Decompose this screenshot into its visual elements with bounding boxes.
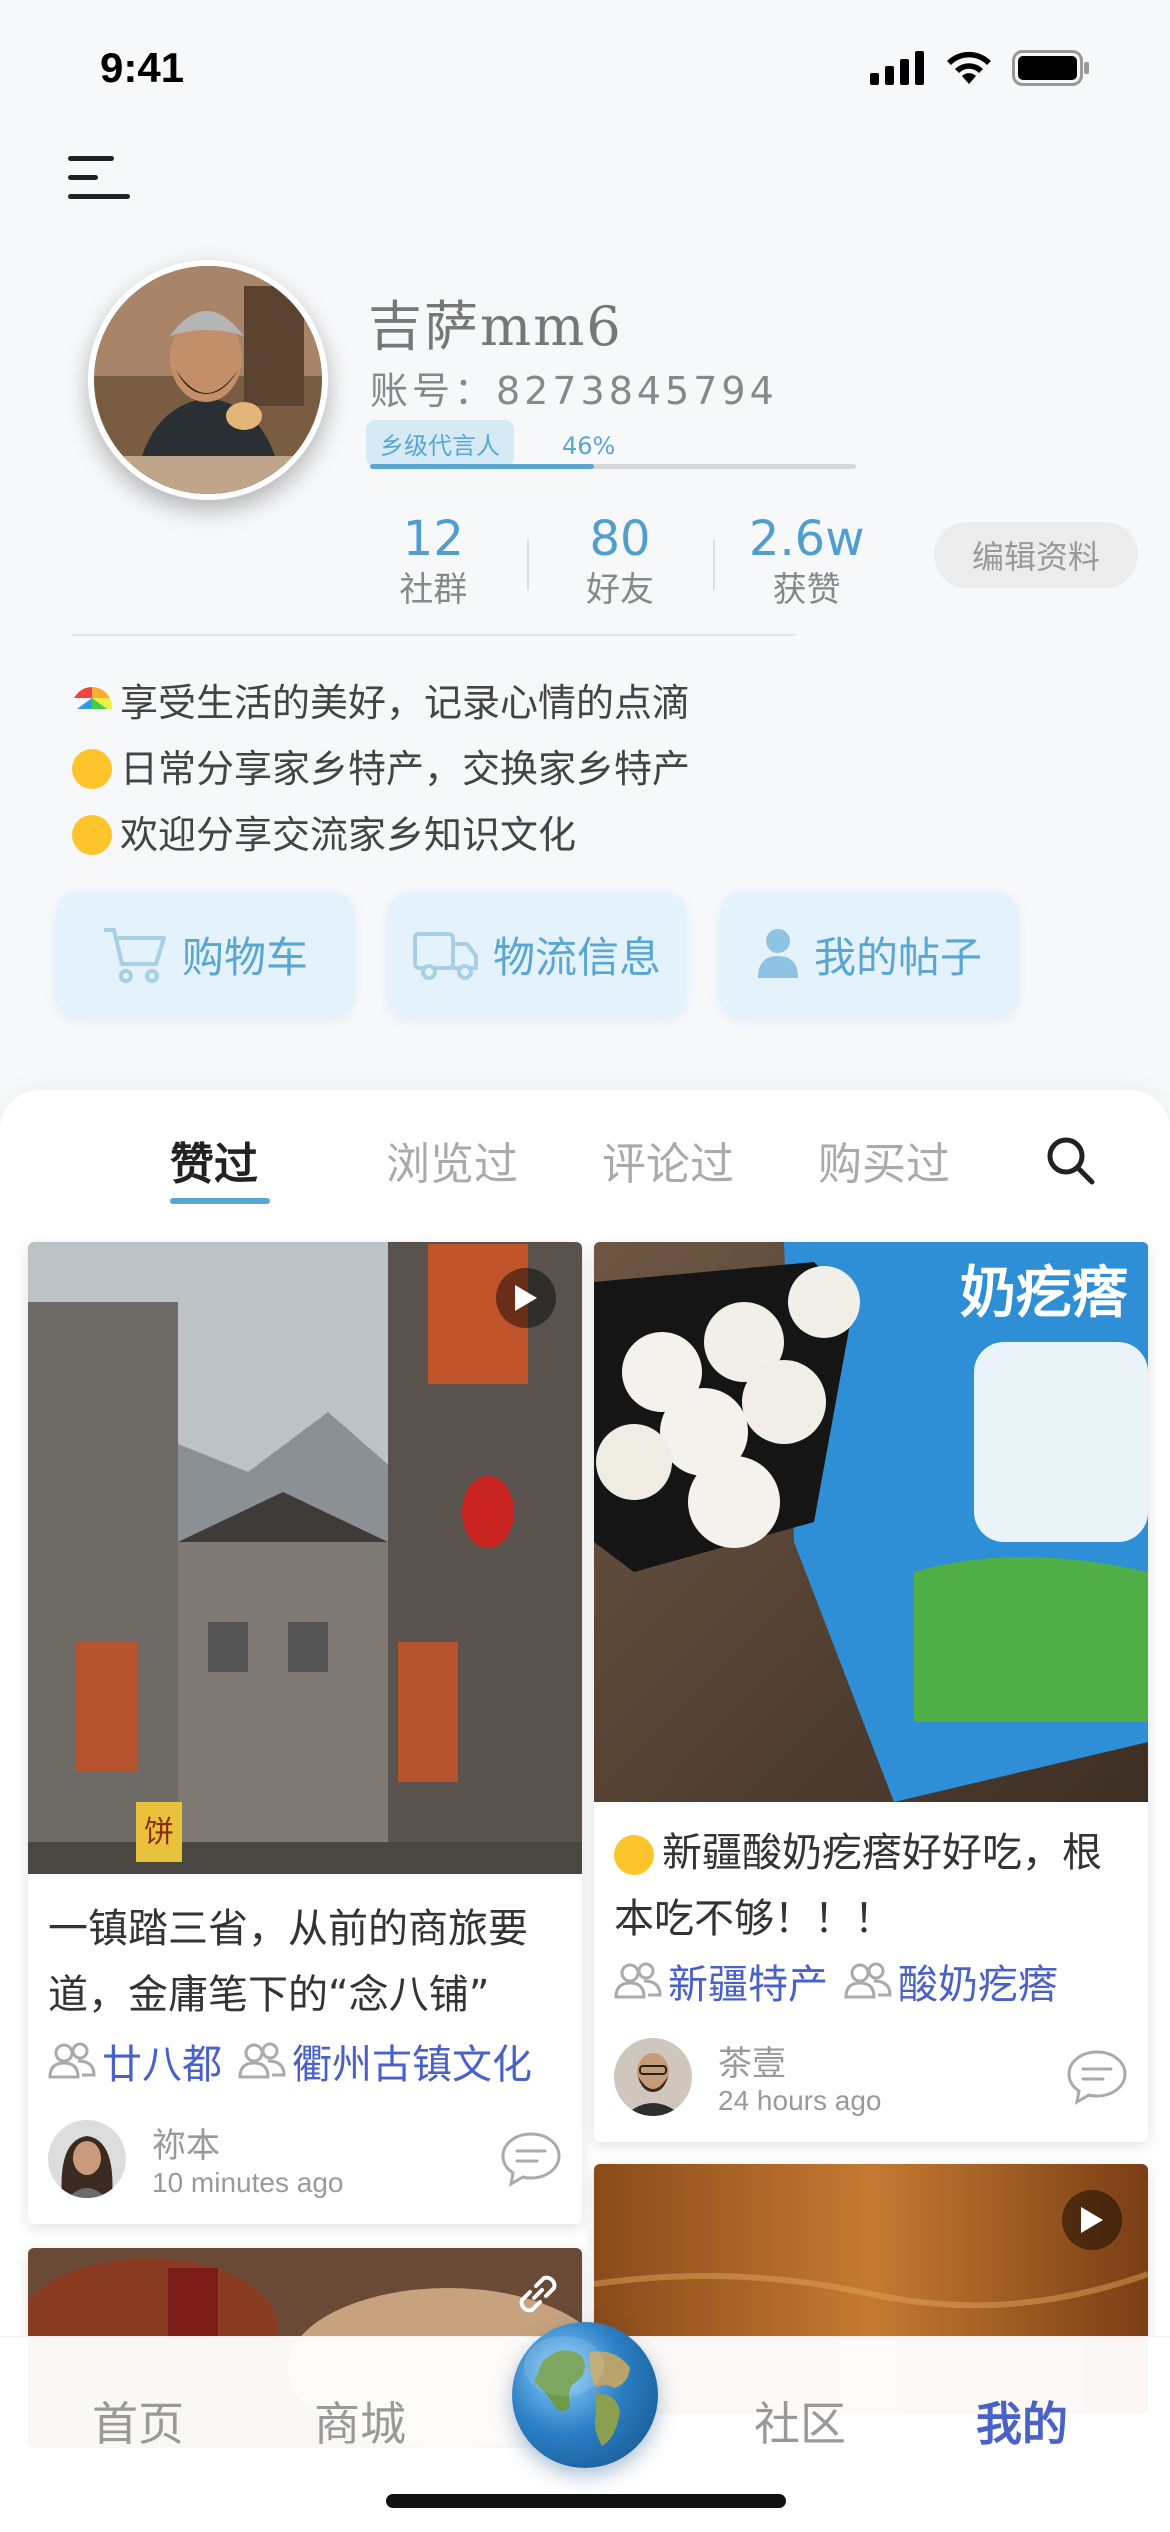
group-icon (48, 2042, 96, 2079)
bio-text: 欢迎分享交流家乡知识文化 (120, 813, 577, 857)
stat-friends[interactable]: 80 好友 (526, 510, 714, 612)
globe-icon[interactable] (512, 2322, 658, 2468)
post-author[interactable]: 茶壹 24 hours ago (594, 2036, 1148, 2117)
stat-divider (526, 540, 529, 590)
comment-icon[interactable] (500, 2131, 562, 2187)
tag-label: 廿八都 (102, 2042, 222, 2088)
truck-icon (412, 932, 478, 980)
cart-icon (103, 928, 166, 983)
smile-emoji-icon (614, 1835, 654, 1875)
post-author[interactable]: 祢本 10 minutes ago (28, 2118, 582, 2199)
shop-sign-text: 饼 (144, 1815, 174, 1850)
tag-label: 新疆特产 (668, 1962, 828, 2008)
tab-purchased[interactable]: 购买过 (818, 1128, 1034, 1192)
quick-actions: 购物车 物流信息 我的帖子 (56, 892, 1018, 1016)
profile-stats: 12 社群 80 好友 2.6w 获赞 (340, 510, 900, 612)
stat-label: 好友 (586, 570, 654, 610)
menu-icon[interactable] (68, 152, 130, 204)
stat-value: 80 (589, 511, 651, 567)
bio: 享受生活的美好，记录心情的点滴 日常分享家乡特产，交换家乡特产 欢迎分享交流家乡… (72, 670, 690, 868)
my-posts-button[interactable]: 我的帖子 (720, 892, 1018, 1016)
tab-commented[interactable]: 评论过 (602, 1128, 818, 1192)
tab-liked[interactable]: 赞过 (170, 1128, 386, 1192)
search-icon[interactable] (1044, 1134, 1096, 1186)
author-avatar[interactable] (614, 2037, 692, 2116)
post-card[interactable]: 饼 一镇踏三省，从前的商旅要道，金庸笔下的“念八铺” 廿八都 衢州古镇文化 祢本… (28, 1242, 582, 2224)
username: 吉萨mm6 (368, 295, 623, 358)
battery-icon (1012, 50, 1089, 86)
action-label: 购物车 (181, 932, 308, 982)
bio-line: 欢迎分享交流家乡知识文化 (72, 802, 690, 868)
cart-button[interactable]: 购物车 (56, 892, 354, 1016)
play-icon[interactable] (1062, 2190, 1122, 2250)
link-icon[interactable] (512, 2268, 564, 2320)
author-name: 祢本 (152, 2126, 220, 2166)
smile-emoji-icon (72, 749, 112, 789)
post-image-yogurt-balls: 奶疙瘩 (594, 1242, 1148, 1802)
account-number: 账号：8273845794 (370, 369, 778, 413)
status-time: 9:41 (100, 44, 185, 91)
post-tag[interactable]: 新疆特产 (614, 1952, 828, 2010)
activity-tabs: 赞过 浏览过 评论过 购买过 (170, 1128, 1034, 1192)
post-time: 24 hours ago (718, 2085, 882, 2116)
signal-icon (870, 51, 924, 85)
stat-label: 社群 (399, 570, 468, 610)
nav-home[interactable]: 首页 (92, 2388, 184, 2454)
stat-divider (713, 540, 716, 590)
tab-browsed[interactable]: 浏览过 (386, 1128, 602, 1192)
active-tab-indicator (170, 1198, 270, 1204)
nav-community[interactable]: 社区 (754, 2388, 846, 2454)
bio-line: 日常分享家乡特产，交换家乡特产 (72, 736, 690, 802)
action-label: 我的帖子 (813, 932, 982, 982)
bio-text: 享受生活的美好，记录心情的点滴 (120, 681, 691, 725)
post-title: 一镇踏三省，从前的商旅要道，金庸笔下的“念八铺” (48, 1906, 528, 2018)
divider (72, 634, 796, 636)
action-label: 物流信息 (492, 932, 661, 982)
post-tags: 新疆特产 酸奶疙瘩 (594, 1952, 1148, 2010)
post-card[interactable]: 奶疙瘩 新疆酸奶疙瘩好好吃，根本吃不够！！！ 新疆特产 酸奶疙瘩 茶壹 24 h… (594, 1242, 1148, 2142)
avatar[interactable] (88, 260, 328, 500)
stat-likes[interactable]: 2.6w 获赞 (713, 510, 900, 612)
edit-profile-button[interactable]: 编辑资料 (934, 522, 1138, 588)
logistics-button[interactable]: 物流信息 (388, 892, 686, 1016)
avatar-photo (94, 266, 322, 494)
group-icon (238, 2042, 286, 2079)
home-indicator (386, 2494, 786, 2508)
author-name: 茶壹 (718, 2044, 786, 2084)
level-progress-fill (370, 464, 594, 469)
stat-groups[interactable]: 12 社群 (340, 510, 527, 612)
wifi-icon (947, 51, 991, 84)
post-image-ancient-town: 饼 (28, 1242, 582, 1874)
group-icon (614, 1962, 662, 1999)
post-tag[interactable]: 酸奶疙瘩 (844, 1952, 1058, 2010)
rainbow-emoji-icon (72, 687, 112, 709)
stat-value: 2.6w (748, 511, 865, 567)
post-tag[interactable]: 廿八都 (48, 2032, 222, 2090)
stat-value: 12 (402, 511, 464, 567)
comment-icon[interactable] (1066, 2049, 1128, 2105)
level-progress-bar (370, 464, 856, 469)
package-brand-text: 奶疙瘩 (960, 1261, 1128, 1326)
bio-line: 享受生活的美好，记录心情的点滴 (72, 670, 690, 736)
tag-label: 酸奶疙瘩 (898, 1962, 1058, 2008)
level-badge: 乡级代言人 (366, 420, 514, 467)
grin-emoji-icon (72, 815, 112, 855)
nav-mall[interactable]: 商城 (314, 2388, 406, 2454)
group-icon (844, 1962, 892, 1999)
post-title: 新疆酸奶疙瘩好好吃，根本吃不够！！！ (594, 1820, 1148, 1952)
stat-label: 获赞 (772, 570, 841, 610)
post-tags: 廿八都 衢州古镇文化 (28, 2032, 582, 2090)
person-icon (757, 929, 798, 978)
post-time: 10 minutes ago (152, 2167, 344, 2198)
nav-mine[interactable]: 我的 (976, 2388, 1068, 2454)
post-title-text: 新疆酸奶疙瘩好好吃，根本吃不够！！！ (614, 1830, 1102, 1942)
level-progress-label: 46% (562, 432, 616, 460)
post-tag[interactable]: 衢州古镇文化 (238, 2032, 532, 2090)
bio-text: 日常分享家乡特产，交换家乡特产 (120, 747, 691, 791)
author-avatar[interactable] (48, 2119, 126, 2198)
status-icons (870, 50, 1090, 86)
play-icon[interactable] (496, 1268, 556, 1328)
tag-label: 衢州古镇文化 (292, 2042, 532, 2088)
